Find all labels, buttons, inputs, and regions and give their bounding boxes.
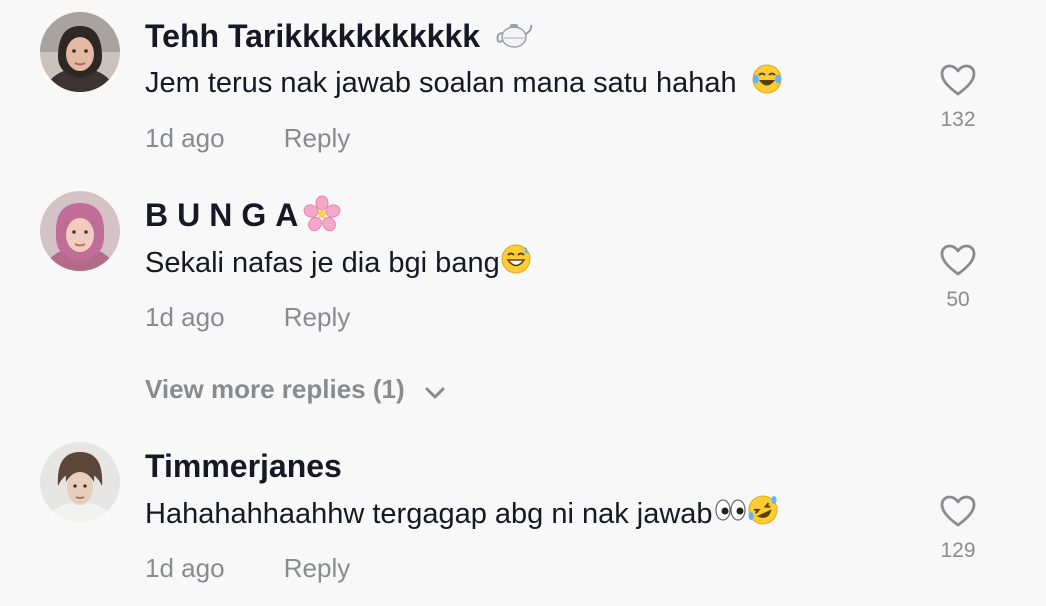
avatar[interactable] — [40, 191, 120, 271]
comment-text-body: Hahahahhaahhw tergagap abg ni nak jawab — [145, 498, 713, 531]
comment-text: Hahahahhaahhw tergagap abg ni nak jawab — [145, 494, 779, 537]
grinning-sweat-icon — [500, 243, 532, 286]
comment-time: 1d ago — [145, 123, 225, 153]
username[interactable]: Tehh Tarikkkkkkkkkkk — [145, 16, 533, 59]
like-area: 132 — [928, 63, 988, 133]
comment-text-body: Sekali nafas je dia bgi bang — [145, 247, 500, 280]
like-area: 129 — [928, 494, 988, 564]
reply-button[interactable]: Reply — [284, 302, 350, 332]
comment-time: 1d ago — [145, 553, 225, 583]
comment-text: Sekali nafas je dia bgi bang — [145, 243, 532, 286]
cherry-blossom-emoji-icon — [303, 195, 341, 240]
comment-meta: 1d ago Reply — [145, 552, 350, 584]
avatar[interactable] — [40, 442, 120, 522]
comment-text: Jem terus nak jawab soalan mana satu hah… — [145, 63, 783, 106]
username-text: Tehh Tarikkkkkkkkkkk — [145, 18, 481, 54]
reply-button[interactable]: Reply — [284, 123, 350, 153]
comment-time: 1d ago — [145, 302, 225, 332]
comment-meta: 1d ago Reply — [145, 122, 350, 154]
comment-text-body: Jem terus nak jawab soalan mana satu hah… — [145, 67, 737, 100]
like-count: 129 — [940, 539, 976, 562]
heart-icon[interactable] — [939, 494, 977, 528]
reply-button[interactable]: Reply — [284, 553, 350, 583]
username-text: Timmerjanes — [145, 448, 342, 484]
username[interactable]: BUNGA — [145, 195, 341, 240]
teapot-emoji-icon — [495, 18, 533, 59]
heart-icon[interactable] — [939, 63, 977, 97]
rofl-icon — [747, 494, 779, 537]
tears-of-joy-icon — [751, 63, 783, 106]
view-more-replies-label: View more replies (1) — [145, 374, 405, 404]
chevron-down-icon — [424, 374, 446, 408]
eyes-icon — [713, 494, 747, 537]
username-text: BUNGA — [145, 197, 308, 233]
like-count: 132 — [940, 108, 976, 131]
comment-meta: 1d ago Reply — [145, 301, 350, 333]
username[interactable]: Timmerjanes — [145, 446, 342, 486]
avatar[interactable] — [40, 12, 120, 92]
view-more-replies-button[interactable]: View more replies (1) — [145, 372, 446, 408]
like-area: 50 — [928, 243, 988, 313]
heart-icon[interactable] — [939, 243, 977, 277]
like-count: 50 — [946, 288, 970, 311]
